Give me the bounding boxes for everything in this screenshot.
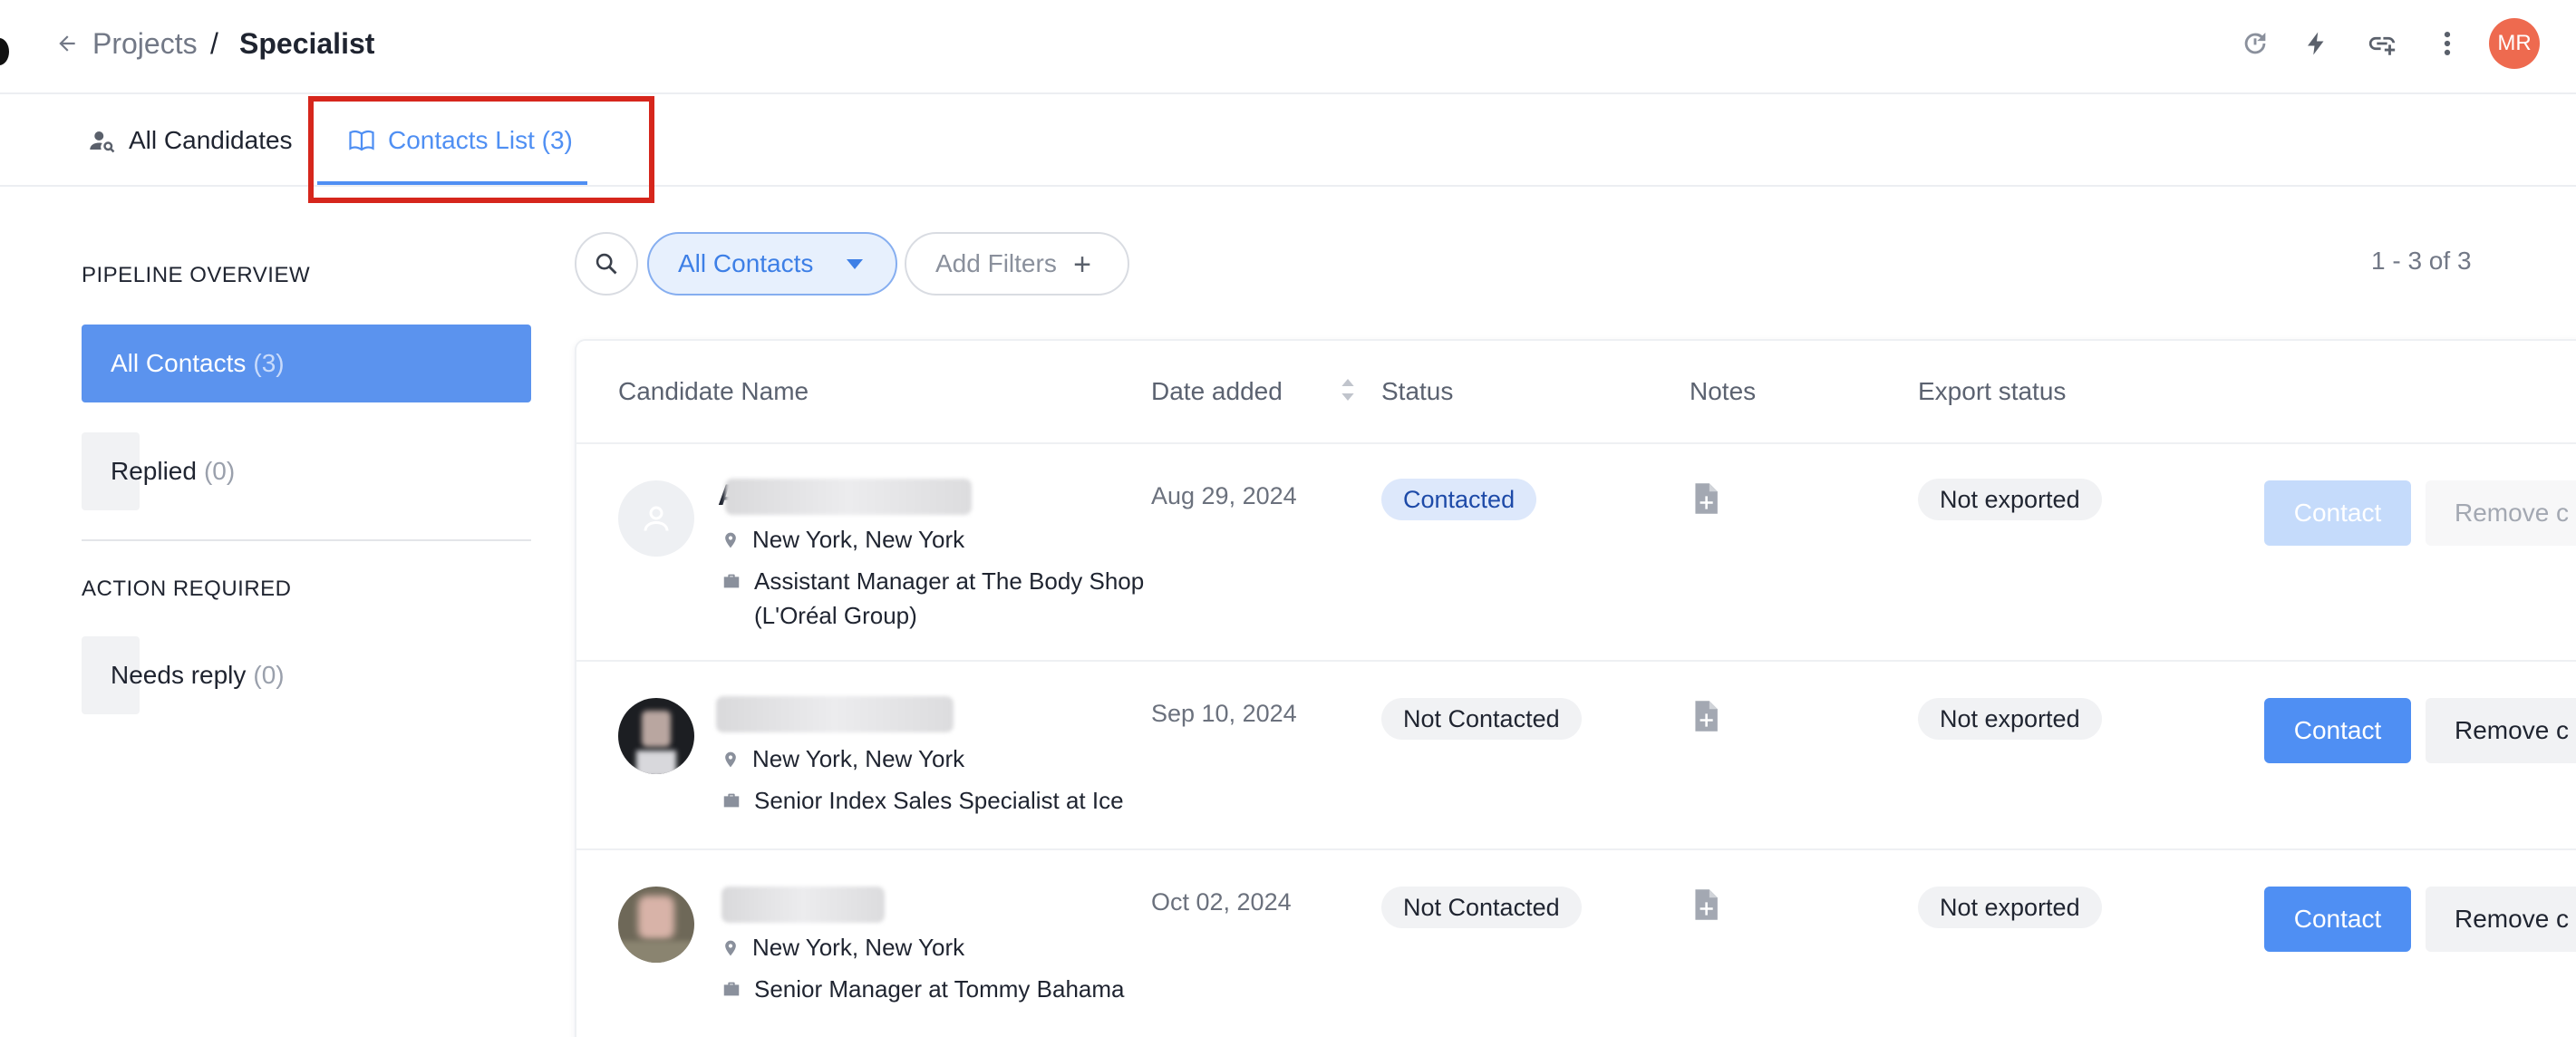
search-button[interactable] bbox=[575, 232, 638, 296]
candidate-job-title: Senior Manager at Tommy Bahama bbox=[721, 972, 1162, 1006]
export-status-badge: Not exported bbox=[1918, 698, 2102, 740]
highlight-annotation bbox=[308, 96, 654, 203]
sidebar-item-label: All Contacts bbox=[111, 349, 247, 377]
sort-icon[interactable] bbox=[1340, 375, 1356, 404]
column-header-export-status: Export status bbox=[1918, 377, 2067, 405]
contact-button[interactable]: Contact bbox=[2264, 480, 2411, 546]
status-badge: Contacted bbox=[1381, 479, 1537, 520]
column-header-notes: Notes bbox=[1690, 377, 1757, 405]
person-search-icon bbox=[90, 131, 115, 153]
remove-contact-button[interactable]: Remove c bbox=[2426, 698, 2576, 763]
candidate-location: New York, New York bbox=[721, 930, 1160, 964]
candidate-name-redacted[interactable] bbox=[716, 696, 954, 732]
sidebar-item-needs-reply[interactable]: Needs reply (0) bbox=[82, 636, 285, 714]
candidate-location: New York, New York bbox=[721, 741, 1160, 776]
column-header-date-added[interactable]: Date added bbox=[1151, 373, 1283, 410]
breadcrumb-separator: / bbox=[210, 27, 218, 60]
bolt-icon[interactable] bbox=[2299, 25, 2335, 62]
add-note-icon[interactable] bbox=[1691, 700, 1720, 732]
location-pin-icon bbox=[725, 532, 736, 548]
pipeline-overview-title: PIPELINE OVERVIEW bbox=[82, 263, 311, 287]
date-added: Sep 10, 2024 bbox=[1151, 700, 1297, 727]
row-divider bbox=[576, 660, 2576, 662]
candidate-photo bbox=[618, 887, 694, 963]
candidate-job-title: Assistant Manager at The Body Shop (L'Or… bbox=[721, 564, 1162, 633]
column-header-candidate-name: Candidate Name bbox=[618, 377, 809, 405]
add-note-icon[interactable] bbox=[1691, 888, 1720, 921]
date-added: Aug 29, 2024 bbox=[1151, 482, 1297, 509]
briefcase-icon bbox=[723, 793, 740, 808]
avatar-placeholder-icon bbox=[618, 480, 694, 557]
add-filters-button[interactable]: Add Filters + bbox=[905, 232, 1129, 296]
user-avatar[interactable]: MR bbox=[2489, 18, 2540, 69]
location-pin-icon bbox=[725, 751, 736, 768]
status-badge: Not Contacted bbox=[1381, 887, 1582, 928]
top-bar: Projects / Specialist MR bbox=[0, 0, 2576, 94]
candidate-name-redacted[interactable] bbox=[725, 479, 972, 515]
sidebar-item-all-contacts[interactable]: All Contacts (3) bbox=[82, 325, 531, 402]
briefcase-icon bbox=[723, 982, 740, 996]
candidate-location: New York, New York bbox=[721, 522, 1160, 557]
page-title: Specialist bbox=[239, 27, 375, 60]
search-icon bbox=[596, 253, 617, 275]
view-select-label: All Contacts bbox=[678, 249, 814, 277]
remove-contact-button[interactable]: Remove c bbox=[2426, 480, 2576, 546]
export-status-badge: Not exported bbox=[1918, 887, 2102, 928]
back-arrow-icon[interactable] bbox=[53, 25, 82, 62]
sidebar-item-count: (0) bbox=[253, 661, 285, 689]
contact-button[interactable]: Contact bbox=[2264, 887, 2411, 952]
date-added: Oct 02, 2024 bbox=[1151, 888, 1292, 916]
add-note-icon[interactable] bbox=[1691, 482, 1720, 515]
status-badge: Not Contacted bbox=[1381, 698, 1582, 740]
more-vert-icon[interactable] bbox=[2429, 25, 2465, 62]
row-divider bbox=[576, 442, 2576, 444]
action-required-title: ACTION REQUIRED bbox=[82, 577, 292, 601]
caret-down-icon bbox=[847, 259, 863, 269]
sidebar-item-label: Needs reply bbox=[111, 661, 247, 689]
export-status-badge: Not exported bbox=[1918, 479, 2102, 520]
briefcase-icon bbox=[723, 574, 740, 588]
breadcrumb-projects[interactable]: Projects bbox=[92, 25, 198, 62]
candidate-job-title: Senior Index Sales Specialist at Ice bbox=[721, 783, 1162, 818]
candidate-photo bbox=[618, 698, 694, 774]
sidebar-item-count: (0) bbox=[203, 457, 236, 485]
location-pin-icon bbox=[725, 940, 736, 956]
tab-all-candidates-label: All Candidates bbox=[129, 126, 293, 154]
pagination-info: 1 - 3 of 3 bbox=[2371, 247, 2472, 275]
sidebar-item-label: Replied bbox=[111, 457, 197, 485]
edge-dot bbox=[0, 38, 9, 65]
candidate-name-redacted[interactable] bbox=[721, 887, 885, 923]
tab-all-candidates[interactable]: All Candidates bbox=[87, 94, 293, 187]
plus-icon: + bbox=[1073, 247, 1091, 282]
history-icon[interactable] bbox=[2237, 25, 2273, 62]
sidebar-item-count: (3) bbox=[253, 349, 285, 377]
add-filters-label: Add Filters bbox=[935, 249, 1057, 277]
link-add-icon[interactable] bbox=[2364, 25, 2400, 62]
view-select-dropdown[interactable]: All Contacts bbox=[647, 232, 897, 296]
sidebar-divider bbox=[82, 539, 531, 541]
column-header-status: Status bbox=[1381, 377, 1454, 405]
remove-contact-button[interactable]: Remove c bbox=[2426, 887, 2576, 952]
row-divider bbox=[576, 848, 2576, 850]
sidebar-item-replied[interactable]: Replied (0) bbox=[82, 432, 235, 510]
contact-button[interactable]: Contact bbox=[2264, 698, 2411, 763]
